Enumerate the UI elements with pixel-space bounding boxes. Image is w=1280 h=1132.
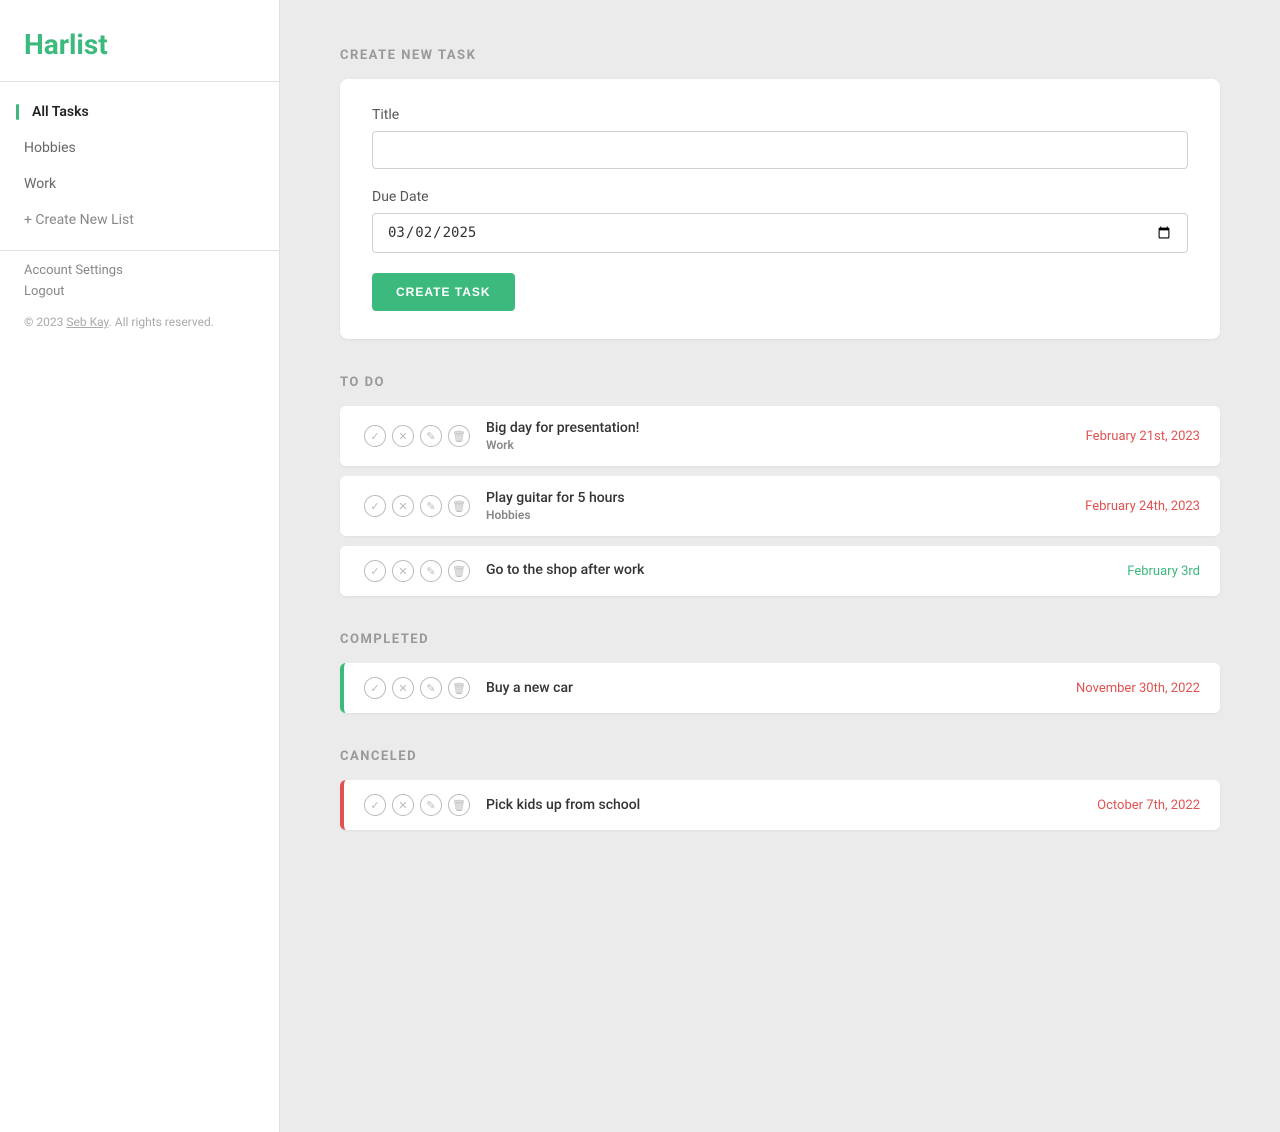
complete-icon[interactable]: ✓ (364, 677, 386, 699)
cancel-icon[interactable]: ✕ (392, 794, 414, 816)
delete-icon[interactable]: 🗑 (448, 560, 470, 582)
task-info: Go to the shop after work (486, 562, 1107, 580)
task-item: ✓ ✕ ✎ 🗑 Go to the shop after work Februa… (340, 546, 1220, 596)
sidebar-item-work[interactable]: Work (0, 166, 279, 202)
account-settings-link[interactable]: Account Settings (24, 263, 255, 278)
due-date-form-group: Due Date (372, 189, 1188, 253)
cancel-icon[interactable]: ✕ (392, 677, 414, 699)
task-action-icons: ✓ ✕ ✎ 🗑 (364, 794, 470, 816)
title-label: Title (372, 107, 1188, 123)
delete-icon[interactable]: 🗑 (448, 425, 470, 447)
cancel-icon[interactable]: ✕ (392, 425, 414, 447)
edit-icon[interactable]: ✎ (420, 425, 442, 447)
task-item: ✓ ✕ ✎ 🗑 Pick kids up from school October… (340, 780, 1220, 830)
task-item: ✓ ✕ ✎ 🗑 Big day for presentation! Work F… (340, 406, 1220, 466)
canceled-title: CANCELED (340, 749, 1220, 764)
app-logo: Harlist (0, 0, 279, 81)
main-content: CREATE NEW TASK Title Due Date CREATE TA… (280, 0, 1280, 1132)
task-date: October 7th, 2022 (1097, 798, 1200, 813)
task-item: ✓ ✕ ✎ 🗑 Play guitar for 5 hours Hobbies … (340, 476, 1220, 536)
complete-icon[interactable]: ✓ (364, 425, 386, 447)
task-info: Pick kids up from school (486, 797, 1077, 813)
create-task-card: Title Due Date CREATE TASK (340, 79, 1220, 339)
edit-icon[interactable]: ✎ (420, 677, 442, 699)
edit-icon[interactable]: ✎ (420, 495, 442, 517)
title-form-group: Title (372, 107, 1188, 169)
task-list-name: Work (486, 438, 1066, 452)
task-action-icons: ✓ ✕ ✎ 🗑 (364, 425, 470, 447)
task-date: February 21st, 2023 (1086, 429, 1200, 444)
edit-icon[interactable]: ✎ (420, 560, 442, 582)
task-title: Big day for presentation! (486, 420, 1066, 436)
completed-section: COMPLETED ✓ ✕ ✎ 🗑 Buy a new car November… (340, 632, 1220, 713)
sidebar: Harlist All Tasks Hobbies Work + Create … (0, 0, 280, 1132)
due-date-input[interactable] (372, 213, 1188, 253)
sidebar-item-all-tasks[interactable]: All Tasks (0, 94, 279, 130)
author-link[interactable]: Seb Kay (66, 315, 108, 329)
completed-title: COMPLETED (340, 632, 1220, 647)
logout-link[interactable]: Logout (24, 284, 255, 299)
todo-title: TO DO (340, 375, 1220, 390)
sidebar-item-label: Work (24, 176, 56, 192)
edit-icon[interactable]: ✎ (420, 794, 442, 816)
cancel-icon[interactable]: ✕ (392, 495, 414, 517)
bottom-links: Account Settings Logout (0, 263, 279, 299)
nav-divider (0, 81, 279, 82)
delete-icon[interactable]: 🗑 (448, 677, 470, 699)
canceled-section: CANCELED ✓ ✕ ✎ 🗑 Pick kids up from schoo… (340, 749, 1220, 830)
task-date: November 30th, 2022 (1076, 681, 1200, 696)
task-info: Big day for presentation! Work (486, 420, 1066, 452)
task-title: Pick kids up from school (486, 797, 1077, 813)
due-date-label: Due Date (372, 189, 1188, 205)
sidebar-item-hobbies[interactable]: Hobbies (0, 130, 279, 166)
task-title: Play guitar for 5 hours (486, 490, 1065, 506)
cancel-icon[interactable]: ✕ (392, 560, 414, 582)
title-input[interactable] (372, 131, 1188, 169)
create-new-list-button[interactable]: + Create New List (0, 202, 279, 238)
task-title: Go to the shop after work (486, 562, 1107, 578)
task-action-icons: ✓ ✕ ✎ 🗑 (364, 495, 470, 517)
create-task-button[interactable]: CREATE TASK (372, 273, 515, 311)
bottom-divider (0, 250, 279, 251)
complete-icon[interactable]: ✓ (364, 560, 386, 582)
create-task-title: CREATE NEW TASK (340, 48, 1220, 63)
task-action-icons: ✓ ✕ ✎ 🗑 (364, 677, 470, 699)
task-info: Play guitar for 5 hours Hobbies (486, 490, 1065, 522)
complete-icon[interactable]: ✓ (364, 495, 386, 517)
task-list-name: Hobbies (486, 508, 1065, 522)
task-action-icons: ✓ ✕ ✎ 🗑 (364, 560, 470, 582)
todo-section: TO DO ✓ ✕ ✎ 🗑 Big day for presentation! … (340, 375, 1220, 596)
delete-icon[interactable]: 🗑 (448, 495, 470, 517)
create-task-section: CREATE NEW TASK Title Due Date CREATE TA… (340, 48, 1220, 339)
task-info: Buy a new car (486, 680, 1056, 696)
task-date: February 24th, 2023 (1085, 499, 1200, 514)
complete-icon[interactable]: ✓ (364, 794, 386, 816)
task-item: ✓ ✕ ✎ 🗑 Buy a new car November 30th, 202… (340, 663, 1220, 713)
copyright: © 2023 Seb Kay. All rights reserved. (0, 299, 279, 353)
task-date: February 3rd (1127, 564, 1200, 579)
sidebar-item-label: All Tasks (32, 104, 89, 120)
task-title: Buy a new car (486, 680, 1056, 696)
sidebar-item-label: Hobbies (24, 140, 76, 156)
delete-icon[interactable]: 🗑 (448, 794, 470, 816)
